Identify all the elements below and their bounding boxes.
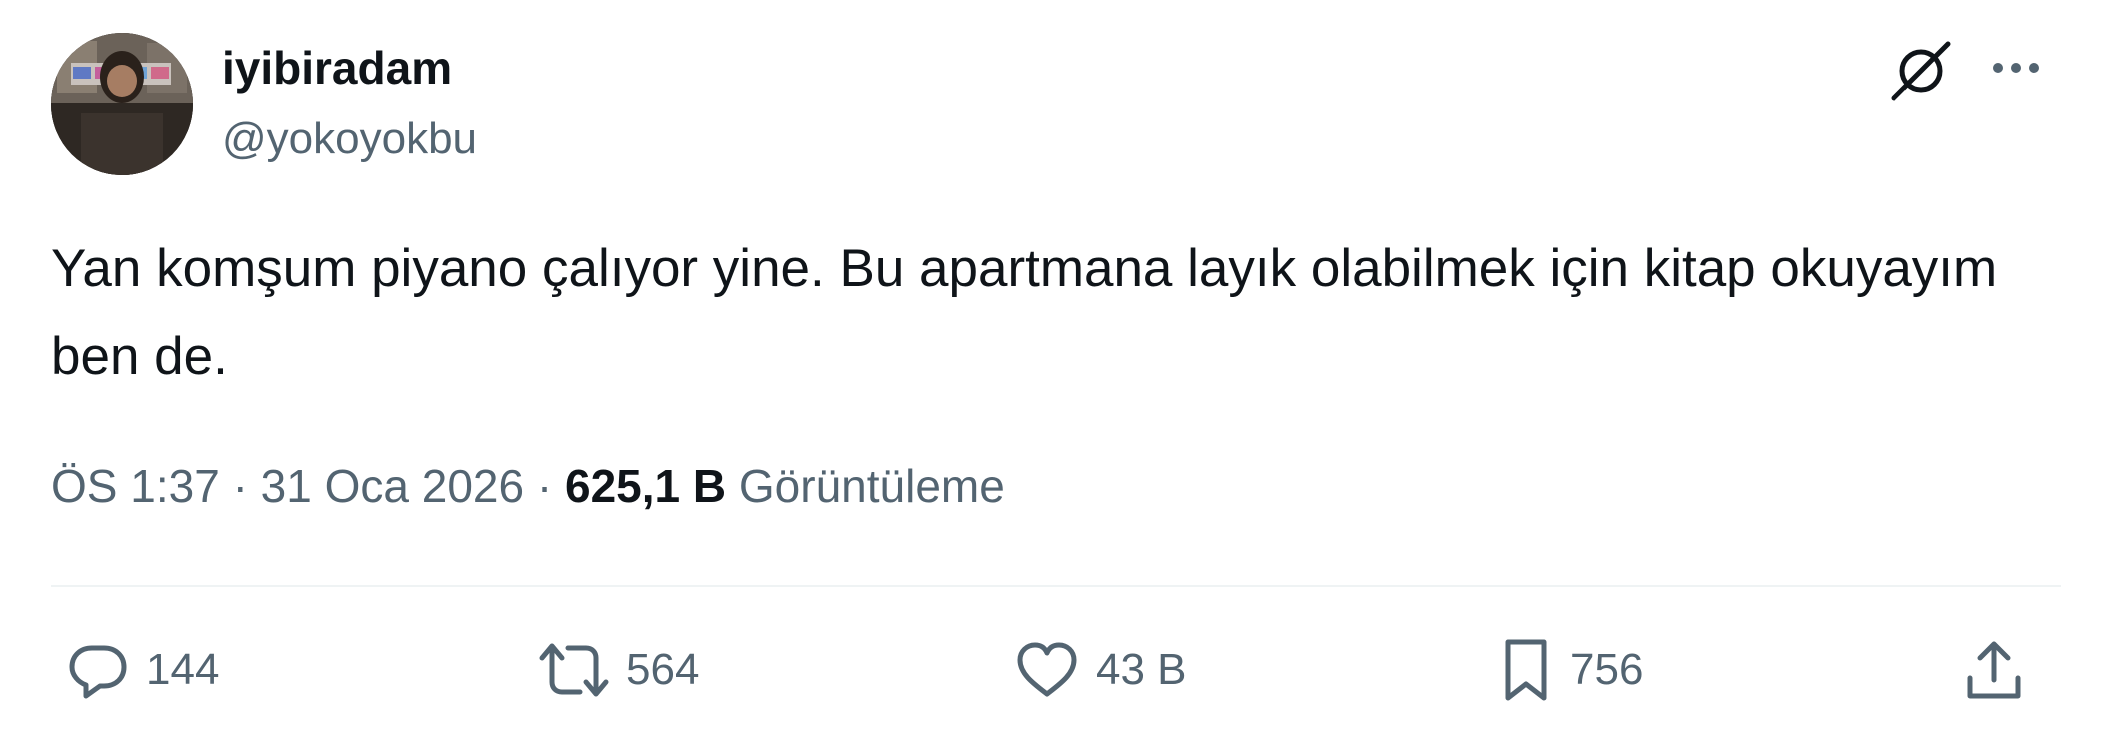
meta-separator: · (536, 460, 553, 512)
meta-separator: · (232, 460, 248, 512)
tweet-text: Yan komşum piyano çalıyor yine. Bu apart… (51, 239, 1998, 386)
views-label: Görüntüleme (738, 460, 1005, 512)
display-name[interactable]: iyibiradam (222, 40, 452, 96)
bookmark-icon (1505, 639, 1547, 701)
tweet-time[interactable]: ÖS 1:37 (51, 460, 220, 512)
share-button[interactable] (1962, 638, 2026, 702)
retweet-button[interactable]: 564 (538, 638, 699, 702)
profile-photo-icon (51, 33, 193, 175)
retweet-count: 564 (626, 645, 700, 694)
heart-icon (1017, 642, 1077, 697)
divider (51, 585, 2061, 587)
reply-icon (69, 645, 127, 699)
bookmark-count: 756 (1570, 645, 1644, 694)
bookmark-button[interactable]: 756 (1498, 638, 1643, 702)
tweet-card: iyibiradam @yokoyokbu Yan komşum piyano … (0, 0, 2112, 732)
reply-button[interactable]: 144 (66, 638, 219, 702)
user-handle[interactable]: @yokoyokbu (222, 112, 477, 166)
like-count: 43 B (1096, 645, 1187, 694)
more-horizontal-icon[interactable] (1988, 46, 2044, 90)
grok-icon[interactable] (1886, 36, 1956, 106)
share-icon (1967, 641, 2021, 699)
reply-count: 144 (146, 645, 220, 694)
tweet-meta: ÖS 1:37 · 31 Oca 2026 · 625,1 B Görüntül… (51, 456, 1005, 516)
like-button[interactable]: 43 B (1014, 638, 1187, 702)
retweet-icon (539, 643, 609, 697)
views-count: 625,1 B (564, 460, 727, 512)
avatar[interactable] (51, 33, 193, 175)
tweet-date[interactable]: 31 Oca 2026 (261, 460, 524, 512)
